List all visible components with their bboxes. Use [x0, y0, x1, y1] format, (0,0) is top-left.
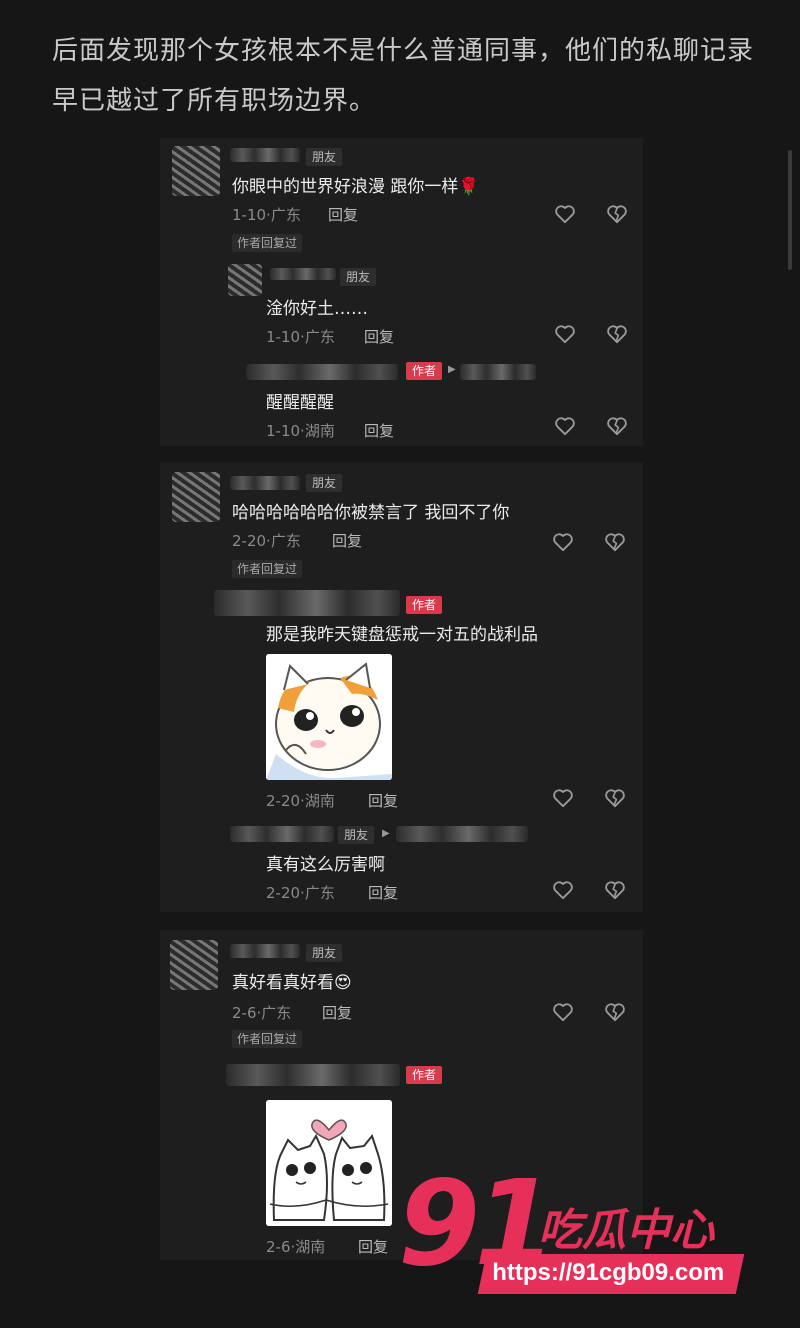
- arrow-right-icon: ▶: [448, 364, 456, 375]
- comment-text: 你眼中的世界好浪漫 跟你一样🌹: [232, 177, 480, 197]
- friend-tag: 朋友: [306, 474, 343, 492]
- broken-heart-icon[interactable]: [604, 532, 626, 552]
- reply-button[interactable]: 回复: [364, 326, 394, 347]
- intro-paragraph: 后面发现那个女孩根本不是什么普通同事，他们的私聊记录早已越过了所有职场边界。: [52, 36, 755, 116]
- blurred-username: [246, 364, 398, 380]
- blurred-username: [230, 148, 300, 162]
- author-tag: 作者: [406, 596, 443, 614]
- reply-button[interactable]: 回复: [332, 530, 362, 551]
- author-replied-badge: 作者回复过: [232, 1030, 303, 1048]
- reply-text: 那是我昨天键盘惩戒一对五的战利品: [266, 625, 538, 645]
- blurred-username: [230, 476, 300, 490]
- broken-heart-icon[interactable]: [604, 788, 626, 808]
- reply-button[interactable]: 回复: [322, 1002, 352, 1023]
- heart-outline-icon[interactable]: [552, 880, 574, 900]
- author-tag: 作者: [406, 362, 443, 380]
- reply-meta: 1-10·广东: [266, 328, 335, 346]
- friend-tag: 朋友: [306, 944, 343, 962]
- blurred-username: [226, 1064, 400, 1086]
- reply-meta: 2-20·广东: [266, 884, 335, 902]
- arrow-right-icon: ▶: [382, 828, 390, 839]
- reply-button[interactable]: 回复: [368, 790, 398, 811]
- broken-heart-icon[interactable]: [606, 324, 628, 344]
- heart-outline-icon[interactable]: [552, 1002, 574, 1022]
- watermark-site-name: 吃瓜中心: [538, 1205, 714, 1256]
- avatar[interactable]: [228, 264, 262, 296]
- cats-heart-sticker-image[interactable]: [266, 1100, 392, 1226]
- blurred-username: [230, 826, 334, 842]
- reply-button[interactable]: 回复: [328, 204, 358, 225]
- broken-heart-icon[interactable]: [606, 416, 628, 436]
- rose-emoji: 🌹: [458, 177, 480, 197]
- author-tag: 作者: [406, 1066, 443, 1084]
- heart-outline-icon[interactable]: [552, 532, 574, 552]
- friend-tag: 朋友: [340, 268, 377, 286]
- comment-thread-2: 朋友 哈哈哈哈哈哈你被禁言了 我回不了你 2-20·广东 回复 作者回复过 作者…: [160, 462, 643, 912]
- scrollbar[interactable]: [788, 150, 792, 270]
- broken-heart-icon[interactable]: [606, 204, 628, 224]
- blurred-username: [214, 590, 400, 616]
- heart-outline-icon[interactable]: [552, 788, 574, 808]
- watermark-url[interactable]: https://91cgb09.com: [492, 1259, 724, 1287]
- avatar[interactable]: [172, 146, 220, 196]
- heart-outline-icon[interactable]: [554, 204, 576, 224]
- author-replied-badge: 作者回复过: [232, 234, 303, 252]
- comment-thread-1: 朋友 你眼中的世界好浪漫 跟你一样🌹 1-10·广东 回复 作者回复过 朋友 淦…: [160, 138, 643, 446]
- reply-text: 淦你好土……: [266, 299, 368, 319]
- reply-button[interactable]: 回复: [364, 420, 394, 441]
- blurred-username: [396, 826, 528, 842]
- avatar[interactable]: [170, 940, 218, 990]
- blurred-username: [460, 364, 536, 380]
- heart-eyes-emoji: 😍: [334, 973, 352, 993]
- comment-text: 哈哈哈哈哈哈你被禁言了 我回不了你: [232, 503, 510, 523]
- reply-button[interactable]: 回复: [358, 1236, 388, 1257]
- comment-meta: 2-6·广东: [232, 1004, 292, 1022]
- comment-meta: 2-20·广东: [232, 532, 301, 550]
- comment-meta: 1-10·广东: [232, 206, 301, 224]
- cat-sticker-image[interactable]: [266, 654, 392, 780]
- reply-button[interactable]: 回复: [368, 882, 398, 903]
- friend-tag: 朋友: [306, 148, 343, 166]
- author-replied-badge: 作者回复过: [232, 560, 303, 578]
- comment-text: 真好看真好看😍: [232, 973, 352, 993]
- watermark-url-banner[interactable]: https://91cgb09.com: [477, 1254, 745, 1294]
- site-watermark: 91 吃瓜中心 https://91cgb09.com: [398, 1154, 758, 1302]
- reply-text: 醒醒醒醒: [266, 393, 334, 413]
- blurred-username: [230, 944, 300, 958]
- reply-meta: 2-20·湖南: [266, 792, 335, 810]
- heart-outline-icon[interactable]: [554, 416, 576, 436]
- reply-meta: 2-6·湖南: [266, 1238, 326, 1256]
- reply-meta: 1-10·湖南: [266, 422, 335, 440]
- blurred-username: [270, 268, 336, 280]
- avatar[interactable]: [172, 472, 220, 522]
- broken-heart-icon[interactable]: [604, 880, 626, 900]
- friend-tag: 朋友: [338, 826, 375, 844]
- heart-outline-icon[interactable]: [554, 324, 576, 344]
- reply-text: 真有这么厉害啊: [266, 855, 385, 875]
- broken-heart-icon[interactable]: [604, 1002, 626, 1022]
